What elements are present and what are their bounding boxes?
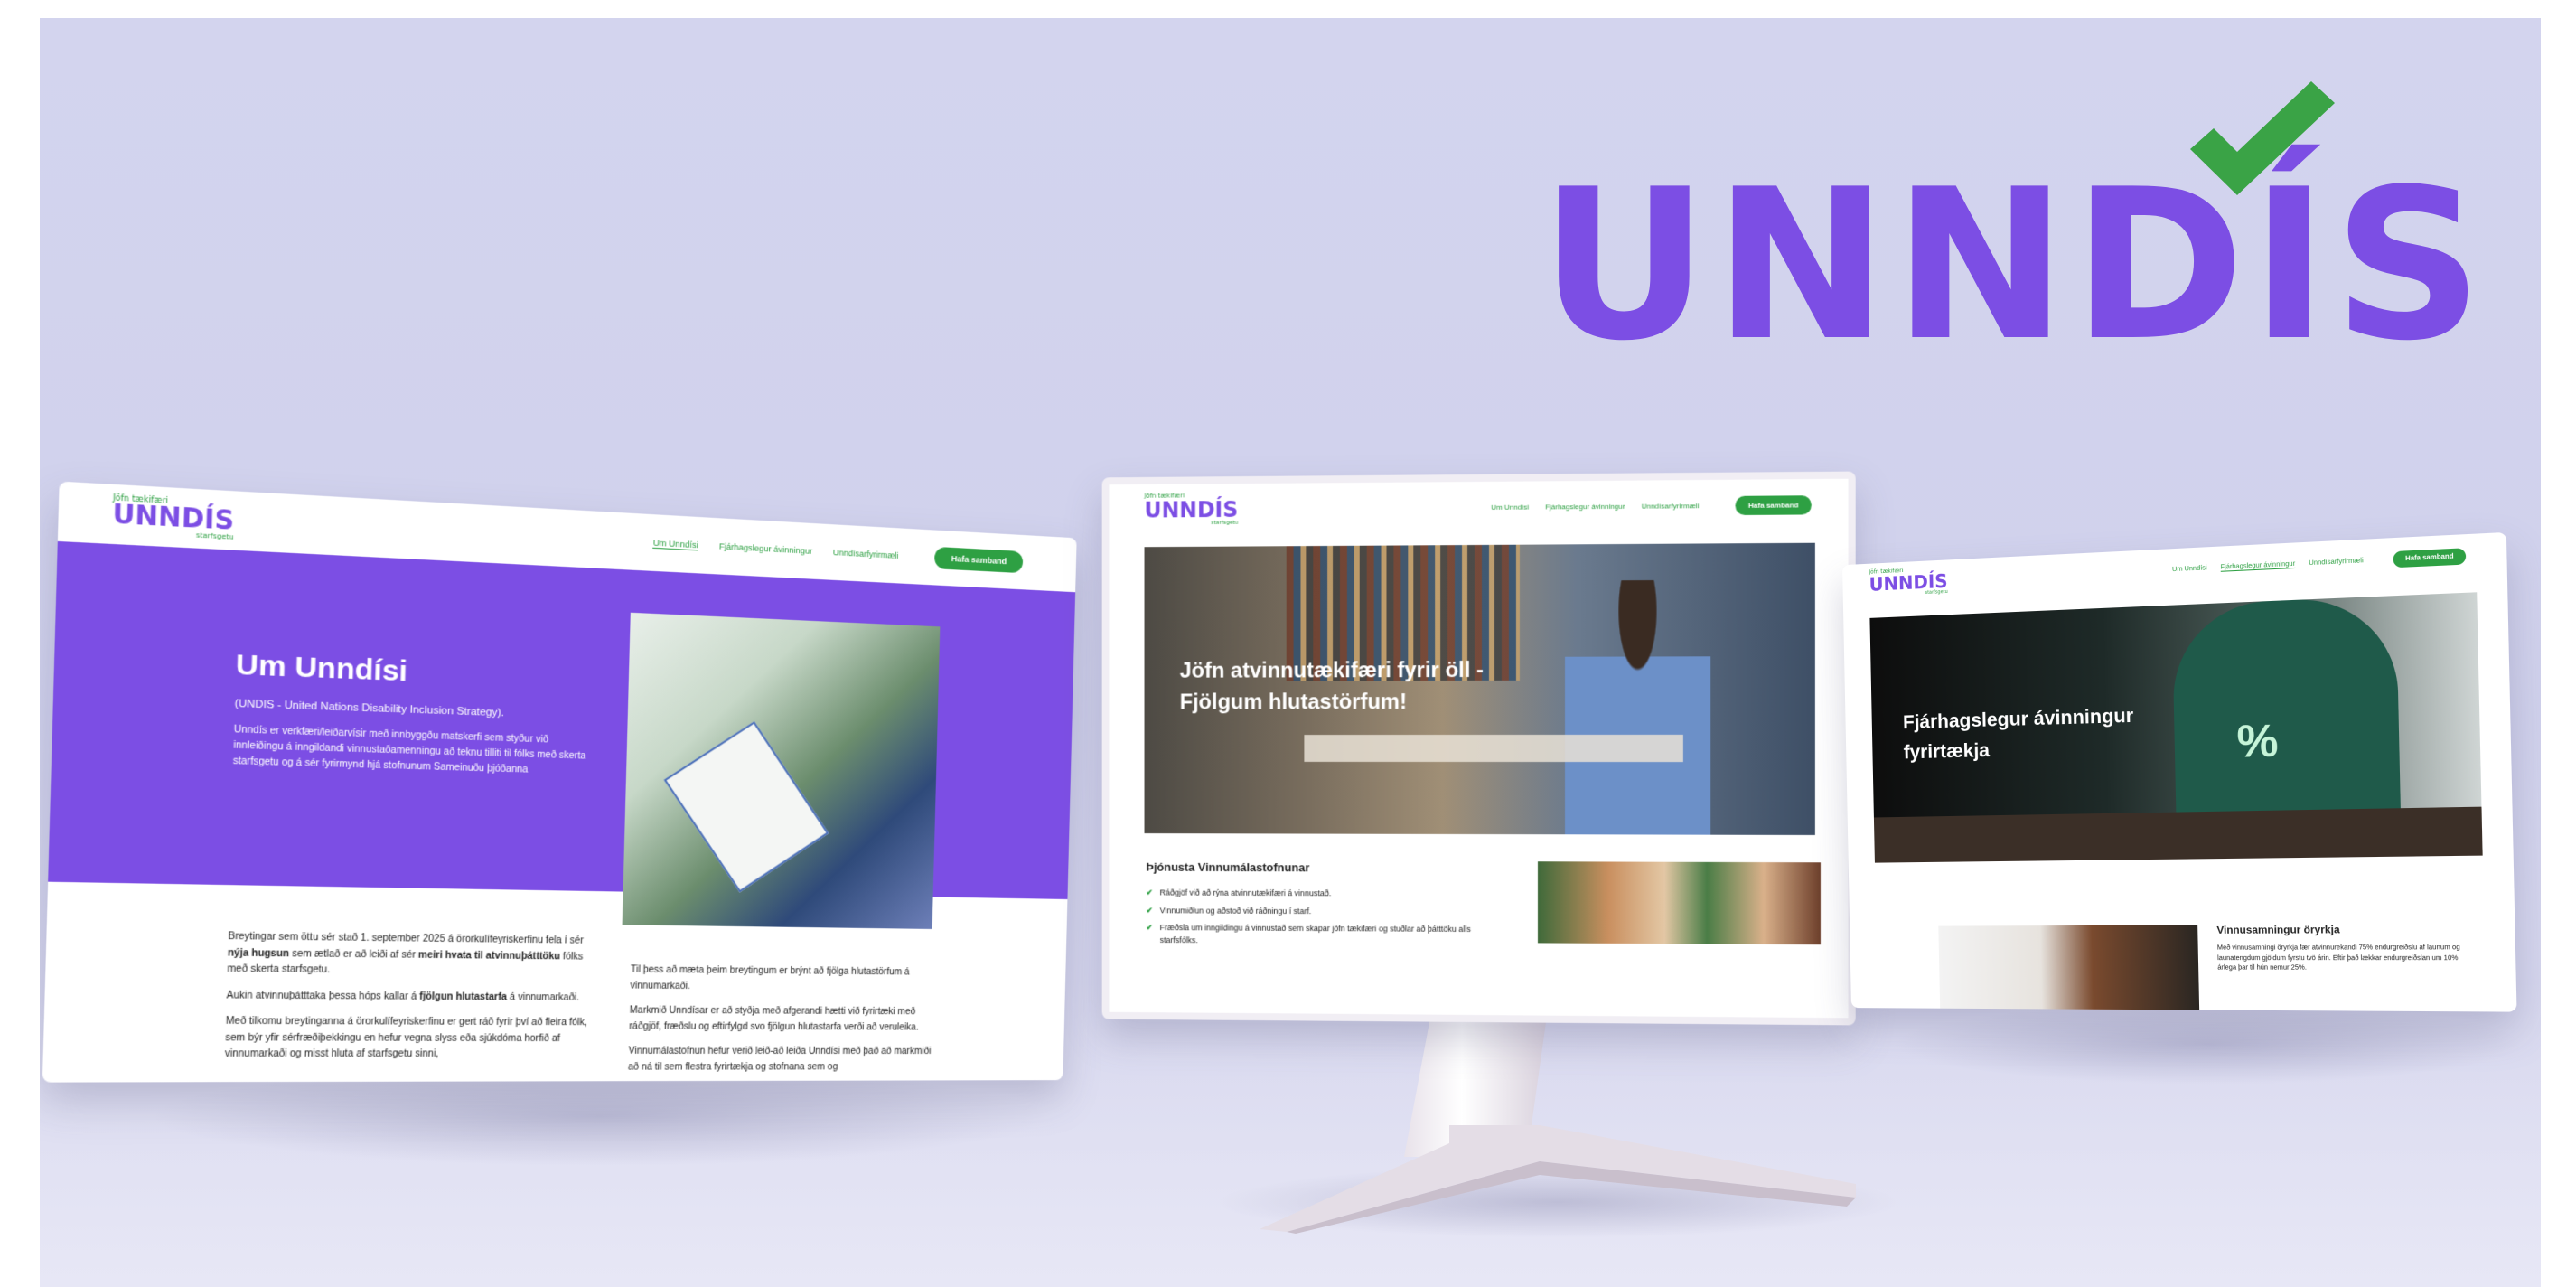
center-nav: Jöfn tækifæri UNNDÍS starfsgetu Um Unndí… xyxy=(1109,479,1848,535)
right-section-body: Með vinnusamningi öryrkja fær atvinnurek… xyxy=(2216,944,2460,972)
contact-button[interactable]: Hafa samband xyxy=(2393,548,2467,568)
check-icon: ✔ xyxy=(1146,888,1153,897)
services-list: ✔ Ráðgjöf við að rýna atvinnutækifæri á v… xyxy=(1146,887,1476,948)
check-icon: ✔ xyxy=(1146,905,1153,915)
desk-shape xyxy=(1304,734,1683,763)
left-col-1: Breytingar sem öttu sér stað 1. septembe… xyxy=(225,929,593,1063)
contact-button[interactable]: Hafa samband xyxy=(934,546,1024,574)
left-hero-photo xyxy=(622,612,941,929)
table-shape xyxy=(1873,806,2483,863)
center-hero: Jöfn atvinnutækifæri fyrir öll - Fjölgum… xyxy=(1144,542,1815,835)
left-col2-para1: Til þess að mæta þeim breytingum er brýn… xyxy=(630,964,910,991)
center-hero-line1: Jöfn atvinnutækifæri fyrir öll - xyxy=(1179,657,1485,683)
services-photo xyxy=(1537,861,1821,945)
left-hero-title: Um Unndísi xyxy=(235,648,408,688)
right-section-photo xyxy=(1938,925,2200,1010)
services-title: Þjónusta Vinnumálastofnunar xyxy=(1146,860,1310,875)
list-item: ✔ Ráðgjöf við að rýna atvinnutækifæri á v… xyxy=(1146,888,1332,898)
right-hero-line1: Fjárhagslegur ávinningur xyxy=(1902,705,2134,734)
person-sweater-shape xyxy=(2171,596,2402,822)
left-col1-para3: Með tilkomu breytinganna á örorkulífeyri… xyxy=(224,1016,588,1060)
brand-wordmark: UNNDÍS xyxy=(1540,146,2488,387)
nav-link-fjarhagslegur[interactable]: Fjárhagslegur ávinningur xyxy=(1545,502,1625,511)
left-col1-para1: Breytingar sem öttu sér stað 1. septembe… xyxy=(227,931,584,976)
backdrop: UNNDÍS Jöfn tækifæri UNNDÍS starfsgetu U… xyxy=(40,18,2541,1287)
left-content: Breytingar sem öttu sér stað 1. septembe… xyxy=(42,882,1068,1083)
nav-link-um-unndisi[interactable]: Um Unndísi xyxy=(1491,503,1529,511)
monitor-stand-base xyxy=(1260,1125,1856,1234)
right-hero-line2: fyrirtækja xyxy=(1903,739,1991,764)
right-section-title: Vinnusamningur öryrkja xyxy=(2216,924,2340,936)
checkmark-icon xyxy=(2190,81,2335,195)
nav-link-fyrirmaeli[interactable]: Unndísarfyrirmæli xyxy=(2309,557,2364,567)
center-site-logo[interactable]: Jöfn tækifæri UNNDÍS starfsgetu xyxy=(1145,492,1239,526)
left-hero-subtitle: (UNDIS - United Nations Disability Inclu… xyxy=(234,698,505,719)
center-hero-line2: Fjölgum hlutastörfum! xyxy=(1179,690,1407,715)
nav-link-fjarhagslegur[interactable]: Fjárhagslegur ávinningur xyxy=(2220,560,2296,572)
left-screen: Jöfn tækifæri UNNDÍS starfsgetu Um Unndí… xyxy=(42,481,1077,1083)
left-hero: Um Unndísi (UNDIS - United Nations Disab… xyxy=(48,540,1076,929)
right-site-logo[interactable]: Jöfn tækifæri UNNDÍS starfsgetu xyxy=(1869,567,1948,598)
right-screen-shadow xyxy=(1892,1003,2524,1085)
nav-link-um-unndisi[interactable]: Um Unndísi xyxy=(2172,565,2207,574)
nav-link-fjarhagslegur[interactable]: Fjárhagslegur ávinningur xyxy=(719,541,813,557)
left-site-logo[interactable]: Jöfn tækifæri UNNDÍS starfsgetu xyxy=(112,493,235,540)
list-item: ✔ Vinnumiðlun og aðstoð við ráðningu í st… xyxy=(1146,905,1312,916)
left-hero-body: Unndís er verkfæri/leiðarvísir með innby… xyxy=(232,724,586,775)
contact-button[interactable]: Hafa samband xyxy=(1735,494,1812,515)
right-hero: % Fjárhagslegur ávinningur fyrirtækja xyxy=(1869,592,2483,863)
list-item: ✔ Fræðsla um inngildingu á vinnustað sem … xyxy=(1146,922,1476,948)
nav-link-fyrirmaeli[interactable]: Unndísarfyrirmæli xyxy=(833,547,899,560)
brand-logo: UNNDÍS xyxy=(1540,81,2483,371)
center-monitor-screen: Jöfn tækifæri UNNDÍS starfsgetu Um Unndí… xyxy=(1101,471,1856,1026)
percent-icon: % xyxy=(2236,716,2280,768)
left-col1-para2: Aukin atvinnuþátttaka þessa hóps kallar … xyxy=(226,990,580,1003)
right-screen: Jöfn tækifæri UNNDÍS starfsgetu Um Unndí… xyxy=(1842,531,2517,1012)
person-shape xyxy=(1565,579,1711,835)
left-col2-para2: Markmið Unndísar er að styðja með afgera… xyxy=(629,1005,919,1033)
clipboard-shape xyxy=(663,721,829,893)
nav-link-um-unndisi[interactable]: Um Unndísi xyxy=(652,537,698,550)
check-icon: ✔ xyxy=(1146,923,1153,933)
left-col-2: Til þess að mæta þeim breytingum er brýn… xyxy=(628,963,941,1076)
left-col2-para3: Vinnumálastofnun hefur verið leið-að lei… xyxy=(627,1046,932,1073)
nav-link-fyrirmaeli[interactable]: Unndísarfyrirmæli xyxy=(1642,502,1700,511)
